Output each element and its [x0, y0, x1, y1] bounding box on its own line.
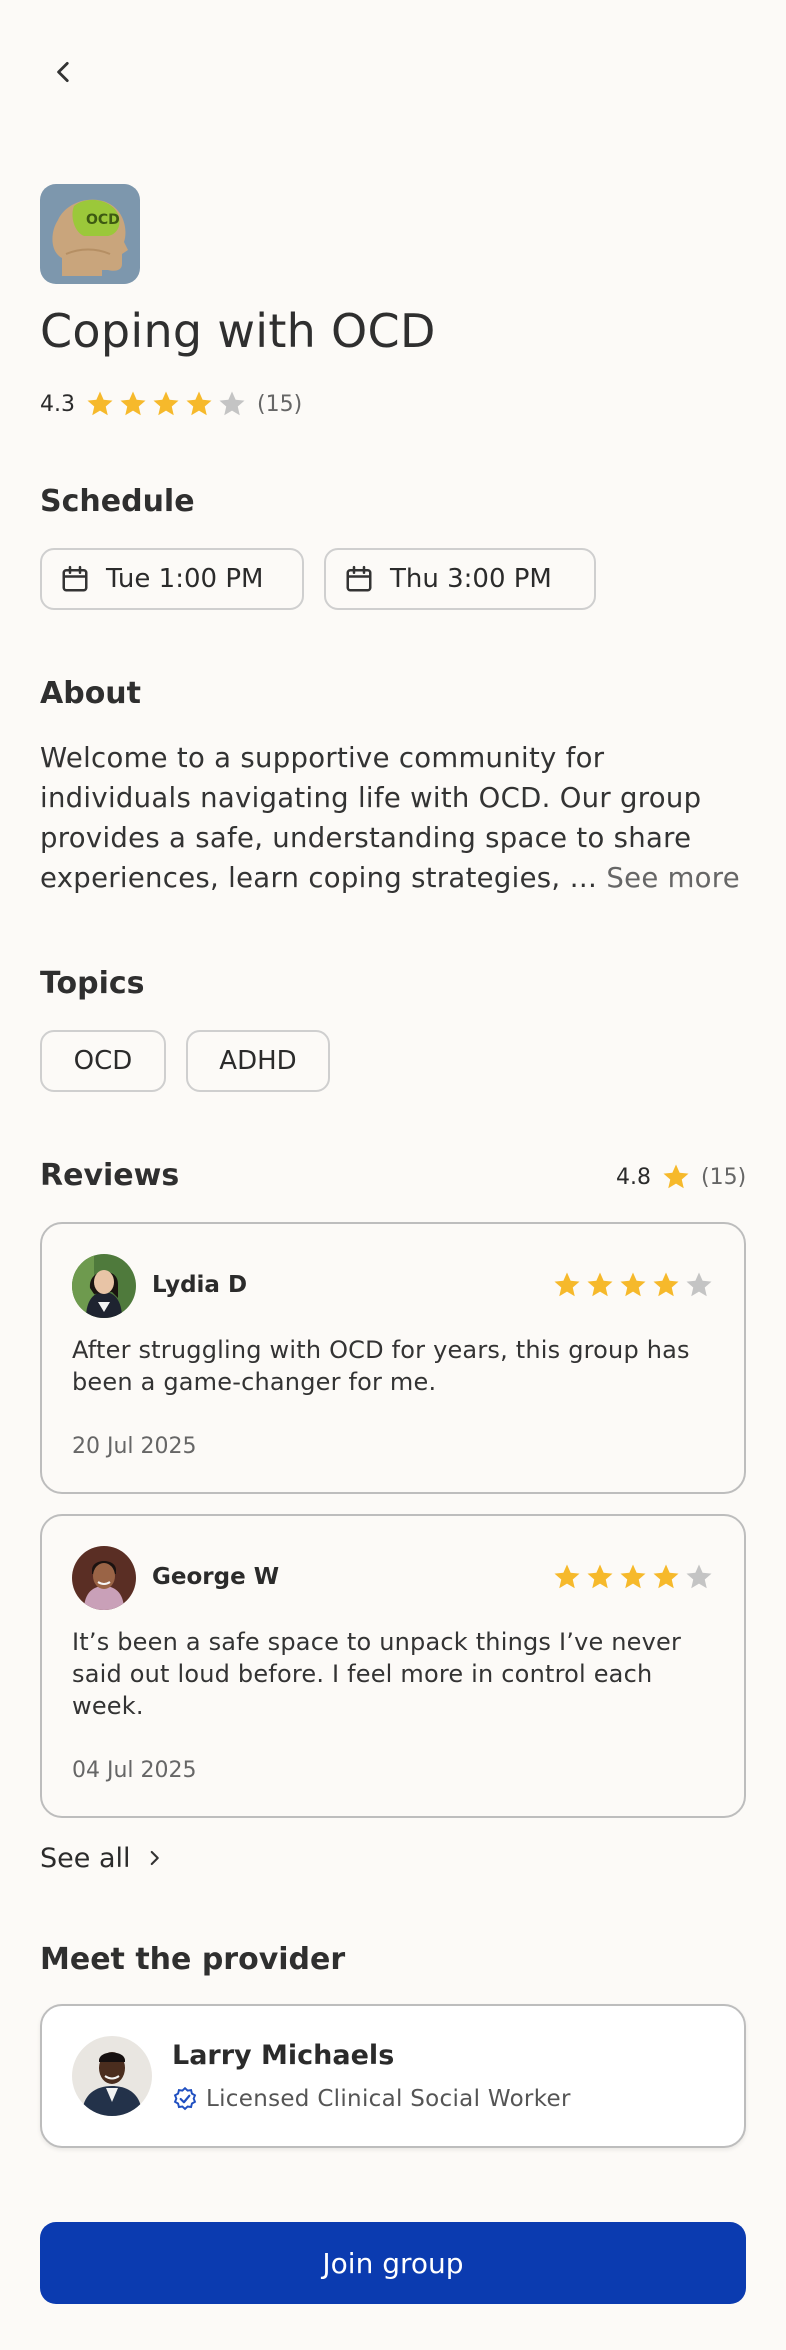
reviews-count: (15) — [701, 1164, 747, 1190]
review-text: After struggling with OCD for years, thi… — [72, 1336, 690, 1396]
schedule-slot-label: Tue 1:00 PM — [106, 564, 264, 594]
review-text: It’s been a safe space to unpack things … — [72, 1628, 682, 1720]
about-heading: About — [40, 676, 142, 711]
chevron-left-icon — [57, 61, 69, 83]
provider-avatar — [72, 2036, 152, 2116]
rating-value: 4.3 — [40, 391, 75, 417]
star-icon — [686, 1272, 712, 1297]
rating-count: (15) — [257, 391, 303, 417]
review-stars — [552, 1562, 714, 1592]
reviews-summary: 4.8 (15) — [616, 1160, 746, 1194]
review-card: George W It’s been a safe space to unpac… — [40, 1514, 746, 1818]
see-more-link[interactable]: See more — [606, 862, 740, 894]
topic-chip-ocd[interactable]: OCD — [40, 1030, 166, 1092]
schedule-heading: Schedule — [40, 484, 195, 519]
star-icon — [186, 391, 212, 416]
star-icon — [587, 1564, 613, 1589]
schedule-slot-label: Thu 3:00 PM — [390, 564, 552, 594]
star-icon — [663, 1164, 689, 1189]
page-title: Coping with OCD — [40, 304, 436, 358]
topic-label: ADHD — [219, 1046, 297, 1076]
provider-name: Larry Michaels — [172, 2040, 395, 2071]
star-icon — [587, 1272, 613, 1297]
avatar — [72, 1546, 136, 1610]
star-icon — [219, 391, 245, 416]
review-date: 20 Jul 2025 — [72, 1434, 197, 1459]
group-image-label: OCD — [86, 212, 120, 228]
schedule-slot-thu[interactable]: Thu 3:00 PM — [324, 548, 596, 610]
star-icon — [87, 391, 113, 416]
star-icon — [120, 391, 146, 416]
review-stars — [552, 1270, 714, 1300]
chevron-right-icon — [150, 1850, 159, 1866]
reviewer-name: Lydia D — [152, 1272, 248, 1298]
see-all-reviews-link[interactable]: See all — [40, 1840, 163, 1876]
star-icon — [653, 1272, 679, 1297]
join-group-button[interactable]: Join group — [40, 2222, 746, 2304]
about-body: Welcome to a supportive community for in… — [40, 742, 702, 894]
star-icon — [686, 1564, 712, 1589]
provider-card[interactable]: Larry Michaels Licensed Clinical Social … — [40, 2004, 746, 2148]
group-image: OCD — [40, 184, 140, 284]
star-icon — [620, 1272, 646, 1297]
calendar-icon — [346, 565, 372, 592]
calendar-icon — [62, 565, 88, 592]
star-icon — [153, 391, 179, 416]
avatar — [72, 1254, 136, 1318]
schedule-slot-tue[interactable]: Tue 1:00 PM — [40, 548, 304, 610]
provider-credential-row: Licensed Clinical Social Worker — [172, 2086, 571, 2112]
reviews-heading: Reviews — [40, 1158, 180, 1193]
star-icon — [620, 1564, 646, 1589]
about-text: Welcome to a supportive community for in… — [40, 738, 750, 898]
star-icon — [554, 1272, 580, 1297]
reviewer-name: George W — [152, 1564, 280, 1590]
group-rating: 4.3 (15) — [40, 386, 302, 422]
rating-stars — [85, 389, 247, 419]
verified-badge-icon — [173, 2086, 197, 2111]
star-icon — [554, 1564, 580, 1589]
back-button[interactable] — [44, 52, 84, 92]
star-icon — [653, 1564, 679, 1589]
review-card: Lydia D After struggling with OCD for ye… — [40, 1222, 746, 1494]
topic-chip-adhd[interactable]: ADHD — [186, 1030, 330, 1092]
reviews-rating: 4.8 — [616, 1164, 651, 1190]
see-all-label: See all — [40, 1842, 131, 1874]
provider-credential: Licensed Clinical Social Worker — [206, 2086, 571, 2112]
topic-label: OCD — [73, 1046, 133, 1076]
provider-heading: Meet the provider — [40, 1942, 346, 1977]
review-date: 04 Jul 2025 — [72, 1758, 197, 1783]
topics-heading: Topics — [40, 966, 145, 1001]
